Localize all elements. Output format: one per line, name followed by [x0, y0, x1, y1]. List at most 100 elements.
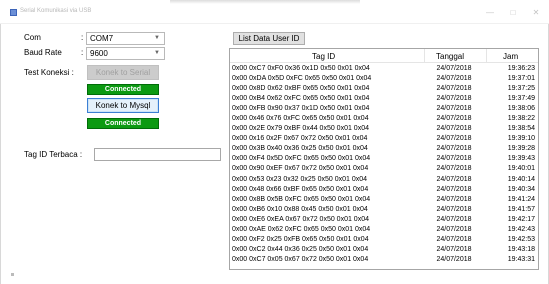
- tag-detected-field[interactable]: [94, 148, 221, 161]
- date-cell: 24/07/2018: [436, 75, 472, 83]
- column-header-time[interactable]: Jam: [503, 52, 518, 61]
- tag-id-cell: 0x00 0x16 0x2F 0x67 0x72 0x50 0x01 0x04: [232, 135, 368, 143]
- date-cell: 24/07/2018: [436, 95, 472, 103]
- connect-serial-button[interactable]: Konek to Serial: [87, 65, 159, 80]
- time-cell: 19:39:10: [507, 135, 535, 143]
- table-row[interactable]: 0x00 0xDA 0x5D 0xFC 0x65 0x50 0x01 0x04 2…: [230, 74, 538, 84]
- mysql-status-badge: Connected: [87, 118, 159, 129]
- table-row[interactable]: 0x00 0x3B 0x40 0x36 0x25 0x50 0x01 0x04 2…: [230, 144, 538, 154]
- time-cell: 19:39:28: [507, 145, 535, 153]
- list-user-data-button[interactable]: List Data User ID: [233, 32, 305, 45]
- close-button[interactable]: ✕: [530, 9, 542, 17]
- table-row[interactable]: 0x00 0x46 0x76 0xFC 0x65 0x50 0x01 0x04 2…: [230, 114, 538, 124]
- com-label: Com: [24, 33, 41, 42]
- com-port-select[interactable]: COM7 ▼: [86, 32, 165, 45]
- date-cell: 24/07/2018: [436, 215, 472, 223]
- table-row[interactable]: 0x00 0xC2 0x44 0x36 0x25 0x50 0x01 0x04 2…: [230, 245, 538, 255]
- tag-id-cell: 0x00 0xC7 0xF0 0x36 0x1D 0x50 0x01 0x04: [232, 65, 370, 72]
- chevron-down-icon: ▼: [154, 35, 160, 41]
- date-cell: 24/07/2018: [436, 105, 472, 113]
- date-cell: 24/07/2018: [436, 135, 472, 143]
- time-cell: 19:38:06: [507, 105, 535, 113]
- date-cell: 24/07/2018: [436, 175, 472, 183]
- table-row[interactable]: 0x00 0x90 0xEF 0x67 0x72 0x50 0x01 0x04 2…: [230, 164, 538, 174]
- time-cell: 19:38:54: [507, 125, 535, 133]
- column-header-date[interactable]: Tanggal: [436, 52, 464, 61]
- table-row[interactable]: 0x00 0xC7 0x05 0x67 0x72 0x50 0x01 0x04 2…: [230, 255, 538, 265]
- tag-id-cell: 0x00 0xAE 0x62 0xFC 0x65 0x50 0x01 0x04: [232, 225, 371, 233]
- tag-detected-label: Tag ID Terbaca :: [24, 150, 83, 159]
- tag-id-cell: 0x00 0xC7 0x05 0x67 0x72 0x50 0x01 0x04: [232, 255, 369, 263]
- date-cell: 24/07/2018: [436, 225, 472, 233]
- table-row[interactable]: 0x00 0xF4 0x5D 0xFC 0x65 0x50 0x01 0x04 2…: [230, 154, 538, 164]
- table-row[interactable]: 0x00 0xFB 0x90 0x37 0x1D 0x50 0x01 0x04 2…: [230, 104, 538, 114]
- list-rows: 0x00 0xC7 0xF0 0x36 0x1D 0x50 0x01 0x04 2…: [230, 64, 538, 265]
- tag-id-cell: 0x00 0xFB 0x90 0x37 0x1D 0x50 0x01 0x04: [232, 105, 370, 113]
- column-header-tag-id[interactable]: Tag ID: [312, 52, 335, 61]
- connect-mysql-button[interactable]: Konek to Mysql: [87, 98, 159, 113]
- tag-list-view[interactable]: Tag ID Tanggal Jam 0x00 0xC7 0xF0 0x36 0…: [229, 48, 539, 270]
- time-cell: 19:43:31: [507, 255, 535, 263]
- time-cell: 19:43:18: [507, 245, 535, 253]
- baud-rate-select[interactable]: 9600 ▼: [86, 47, 165, 60]
- list-header: Tag ID Tanggal Jam: [230, 49, 538, 63]
- time-cell: 19:40:34: [507, 185, 535, 193]
- column-divider[interactable]: [424, 49, 425, 63]
- time-cell: 19:40:14: [507, 175, 535, 183]
- time-cell: 19:42:43: [507, 225, 535, 233]
- date-cell: 24/07/2018: [436, 245, 472, 253]
- tag-id-cell: 0x00 0xE6 0xEA 0x67 0x72 0x50 0x01 0x04: [232, 215, 369, 223]
- date-cell: 24/07/2018: [436, 255, 472, 263]
- app-window-icon: [10, 9, 17, 16]
- title-bar-shadow: [170, 0, 360, 4]
- table-row[interactable]: 0x00 0x16 0x2F 0x67 0x72 0x50 0x01 0x04 2…: [230, 134, 538, 144]
- time-cell: 19:38:22: [507, 115, 535, 123]
- baud-rate-value: 9600: [90, 49, 108, 58]
- column-divider[interactable]: [486, 49, 487, 63]
- date-cell: 24/07/2018: [436, 205, 472, 213]
- title-bar[interactable]: Serial Komunikasi via USB — □ ✕: [0, 0, 549, 24]
- table-row[interactable]: 0x00 0xE6 0xEA 0x67 0x72 0x50 0x01 0x04 2…: [230, 215, 538, 225]
- table-row[interactable]: 0x00 0xF2 0x25 0xFB 0x65 0x50 0x01 0x04 2…: [230, 235, 538, 245]
- table-row[interactable]: 0x00 0x8D 0x62 0xBF 0x65 0x50 0x01 0x04 2…: [230, 84, 538, 94]
- tag-id-cell: 0x00 0x90 0xEF 0x67 0x72 0x50 0x01 0x04: [232, 165, 369, 173]
- table-row[interactable]: 0x00 0x2E 0x79 0xBF 0x44 0x50 0x01 0x04 2…: [230, 124, 538, 134]
- table-row[interactable]: 0x00 0xAE 0x62 0xFC 0x65 0x50 0x01 0x04 2…: [230, 225, 538, 235]
- time-cell: 19:39:43: [507, 155, 535, 163]
- time-cell: 19:42:17: [507, 215, 535, 223]
- table-row[interactable]: 0x00 0x53 0x23 0x32 0x25 0x50 0x01 0x04 2…: [230, 175, 538, 185]
- table-row[interactable]: 0x00 0xC7 0xF0 0x36 0x1D 0x50 0x01 0x04 2…: [230, 64, 538, 74]
- window-title: Serial Komunikasi via USB: [20, 8, 92, 14]
- time-cell: 19:40:01: [507, 165, 535, 173]
- time-cell: 19:41:24: [507, 195, 535, 203]
- date-cell: 24/07/2018: [436, 155, 472, 163]
- date-cell: 24/07/2018: [436, 235, 472, 243]
- minimize-button[interactable]: —: [484, 9, 496, 17]
- tag-id-cell: 0x00 0xF2 0x25 0xFB 0x65 0x50 0x01 0x04: [232, 235, 369, 243]
- table-row[interactable]: 0x00 0xB6 0x10 0x88 0x45 0x50 0x01 0x04 2…: [230, 205, 538, 215]
- tag-id-cell: 0x00 0x2E 0x79 0xBF 0x44 0x50 0x01 0x04: [232, 125, 369, 133]
- tag-id-cell: 0x00 0xC2 0x44 0x36 0x25 0x50 0x01 0x04: [232, 245, 369, 253]
- time-cell: 19:37:01: [507, 75, 535, 83]
- com-port-value: COM7: [90, 34, 114, 43]
- date-cell: 24/07/2018: [436, 165, 472, 173]
- tag-id-cell: 0x00 0x46 0x76 0xFC 0x65 0x50 0x01 0x04: [232, 115, 369, 123]
- baud-rate-label: Baud Rate: [24, 48, 62, 57]
- resize-grip-icon[interactable]: [11, 273, 14, 276]
- date-cell: 24/07/2018: [436, 85, 472, 93]
- tag-id-cell: 0x00 0xB6 0x10 0x88 0x45 0x50 0x01 0x04: [232, 205, 368, 213]
- date-cell: 24/07/2018: [436, 185, 472, 193]
- time-cell: 19:36:23: [507, 65, 535, 72]
- tag-id-cell: 0x00 0xDA 0x5D 0xFC 0x65 0x50 0x01 0x04: [232, 75, 372, 83]
- time-cell: 19:41:57: [507, 205, 535, 213]
- date-cell: 24/07/2018: [436, 115, 472, 123]
- main-window: Serial Komunikasi via USB — □ ✕ Com : CO…: [0, 0, 549, 284]
- tag-id-cell: 0x00 0x53 0x23 0x32 0x25 0x50 0x01 0x04: [232, 175, 368, 183]
- date-cell: 24/07/2018: [436, 65, 472, 72]
- serial-status-badge: Connected: [87, 84, 159, 95]
- table-row[interactable]: 0x00 0x48 0x66 0xBF 0x65 0x50 0x01 0x04 2…: [230, 185, 538, 195]
- table-row[interactable]: 0x00 0xB4 0x62 0xFC 0x65 0x50 0x01 0x04 2…: [230, 94, 538, 104]
- maximize-button[interactable]: □: [507, 9, 519, 17]
- table-row[interactable]: 0x00 0x8B 0x5B 0xFC 0x65 0x50 0x01 0x04 2…: [230, 195, 538, 205]
- tag-id-cell: 0x00 0xF4 0x5D 0xFC 0x65 0x50 0x01 0x04: [232, 155, 371, 163]
